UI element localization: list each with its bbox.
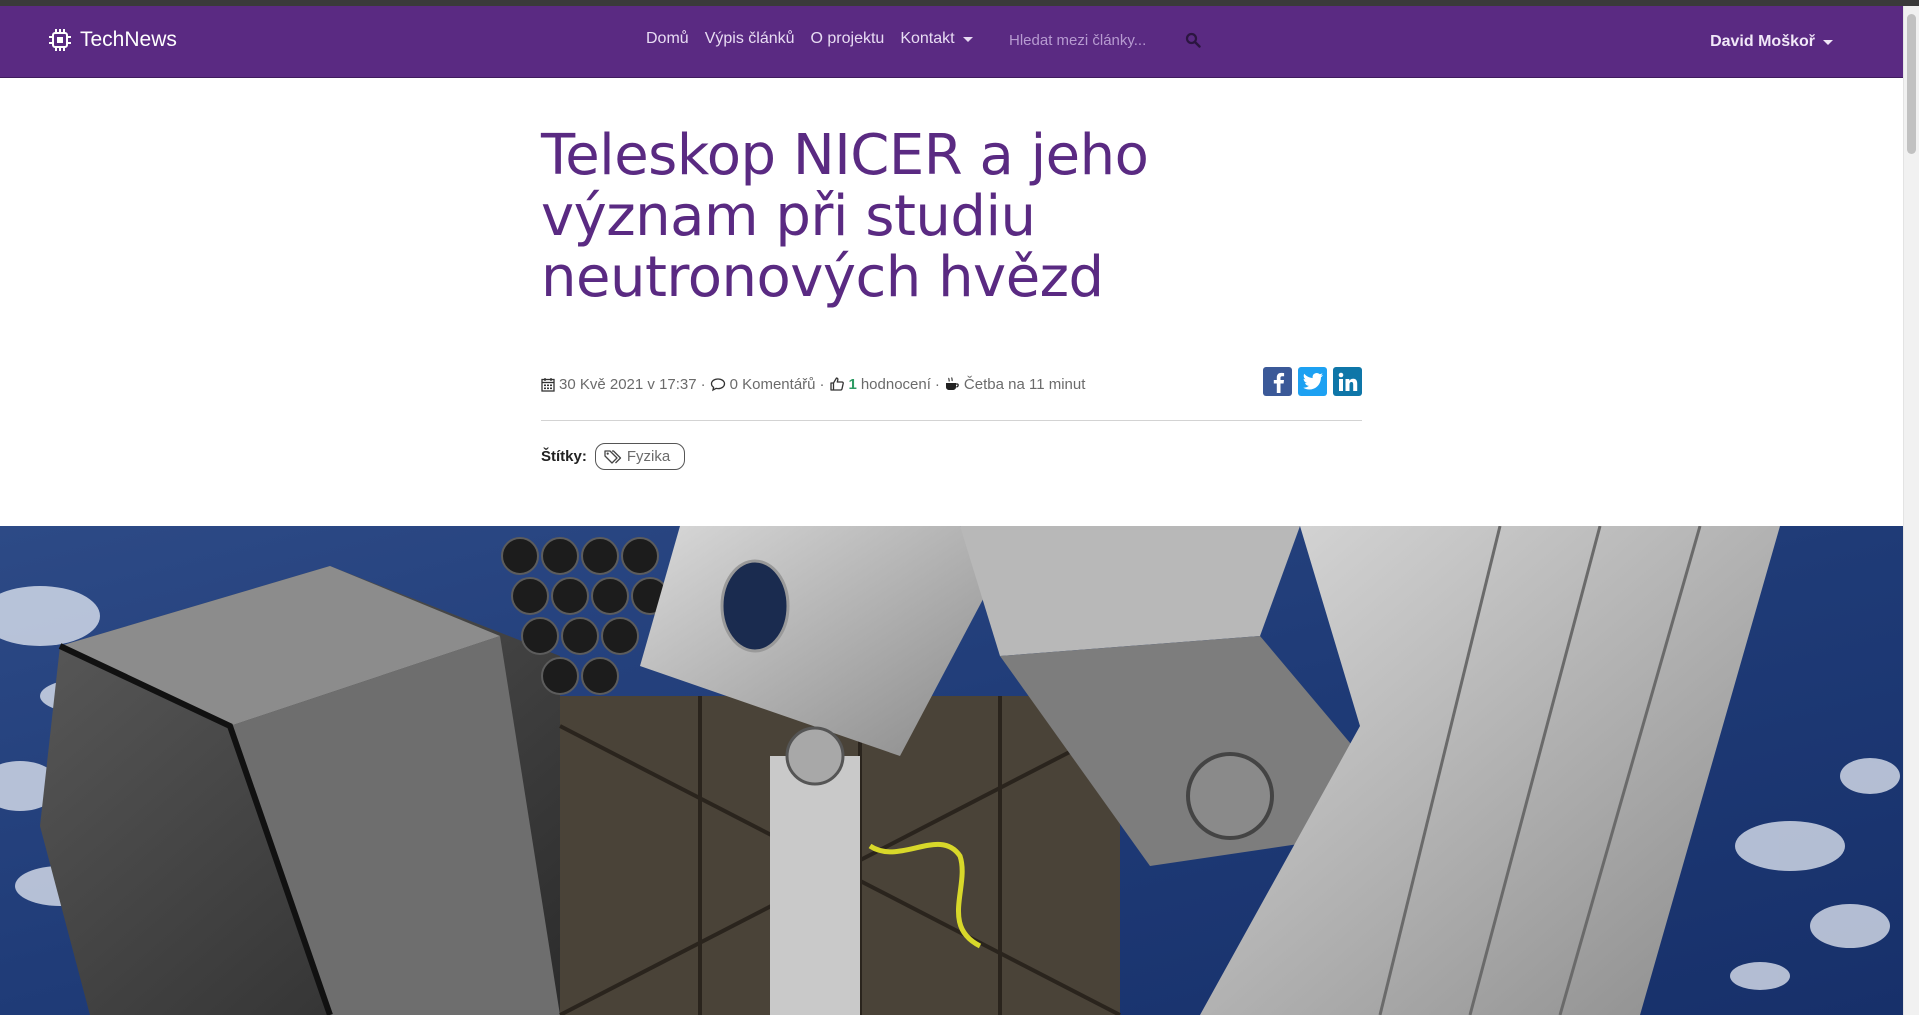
twitter-share-button[interactable] — [1298, 367, 1327, 396]
meta-comments-text: 0 Komentářů — [729, 375, 816, 393]
chevron-down-icon — [962, 36, 973, 42]
scrollbar[interactable] — [1903, 6, 1919, 1015]
linkedin-share-button[interactable] — [1333, 367, 1362, 396]
main-nav: Domů Výpis článků O projektu Kontakt — [646, 30, 989, 48]
meta-separator: · — [934, 375, 940, 393]
search-icon[interactable] — [1185, 32, 1201, 48]
meta-date-text: 30 Kvě 2021 v 17:37 — [559, 375, 697, 393]
nicer-telescope-illustration — [0, 526, 1903, 1015]
meta-likes-label: hodnocení — [860, 375, 931, 393]
nav-item-about[interactable]: O projektu — [811, 30, 885, 48]
meta-date: 30 Kvě 2021 v 17:37 — [541, 376, 697, 393]
nav-item-articles[interactable]: Výpis článků — [705, 30, 795, 48]
meta-separator: · — [700, 375, 706, 393]
article-meta: 30 Kvě 2021 v 17:37 · 0 Komentářů · 1 ho… — [541, 367, 1362, 401]
scrollbar-thumb[interactable] — [1907, 14, 1916, 154]
nav-item-contact-dropdown[interactable]: Kontakt — [900, 30, 973, 48]
brand-name: TechNews — [80, 28, 177, 51]
comment-icon — [710, 377, 725, 391]
linkedin-icon — [1338, 372, 1357, 391]
calendar-icon — [541, 377, 555, 392]
tags-icon — [604, 450, 621, 464]
tag-fyzika[interactable]: Fyzika — [594, 443, 686, 470]
navbar: TechNews Domů Výpis článků O projektu Ko… — [0, 6, 1903, 78]
share-buttons — [1263, 367, 1362, 396]
brand-link[interactable]: TechNews — [46, 28, 177, 52]
chevron-down-icon — [1823, 39, 1833, 45]
divider — [541, 420, 1362, 421]
twitter-icon — [1302, 373, 1323, 390]
article-hero-image — [0, 526, 1903, 1015]
article-title: Teleskop NICER a jeho význam při studiu … — [541, 123, 1149, 310]
article-tags: Štítky: Fyzika — [541, 443, 686, 470]
nav-item-home[interactable]: Domů — [646, 30, 689, 48]
tags-label: Štítky: — [541, 448, 587, 465]
chip-icon — [49, 29, 71, 51]
meta-likes-count: 1 — [848, 375, 857, 393]
thumbs-up-icon — [829, 377, 844, 391]
meta-reading-time: Četba na 11 minut — [944, 376, 1085, 393]
facebook-share-button[interactable] — [1263, 367, 1292, 396]
facebook-icon — [1273, 372, 1284, 393]
user-name: David Moškoř — [1710, 33, 1815, 50]
meta-comments[interactable]: 0 Komentářů — [710, 376, 816, 393]
meta-likes[interactable]: 1 hodnocení — [829, 376, 931, 393]
coffee-icon — [945, 377, 959, 390]
user-menu[interactable]: David Moškoř — [1710, 33, 1833, 51]
search-input[interactable] — [995, 31, 1175, 49]
meta-reading-time-text: Četba na 11 minut — [963, 375, 1086, 393]
nav-item-contact-label: Kontakt — [900, 30, 955, 47]
article: Teleskop NICER a jeho význam při studiu … — [541, 123, 1362, 470]
search-form — [995, 24, 1215, 56]
tag-label: Fyzika — [626, 448, 671, 465]
meta-separator: · — [819, 375, 825, 393]
